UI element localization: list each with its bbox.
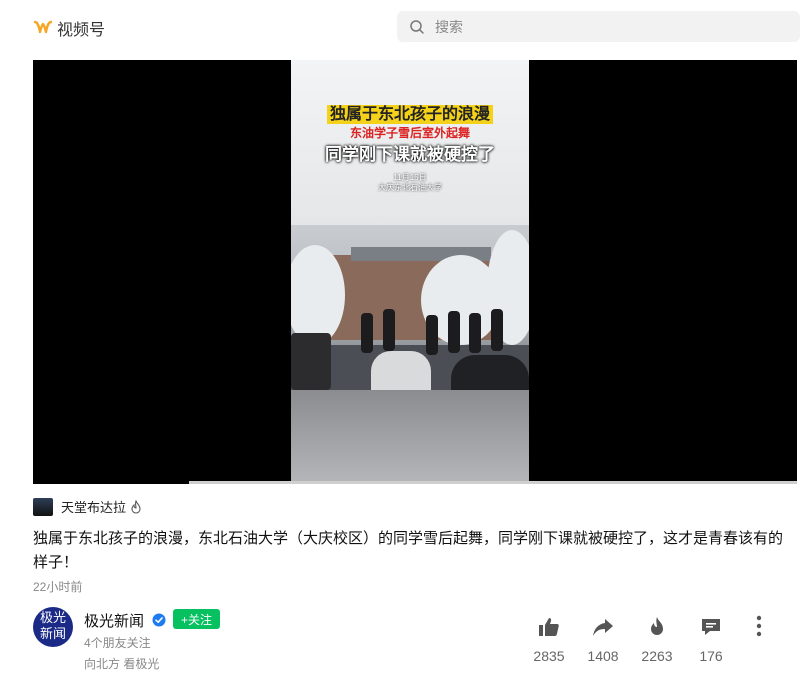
scene-person — [291, 333, 331, 390]
search-box[interactable] — [397, 11, 800, 42]
search-input[interactable] — [435, 18, 775, 35]
thumbs-up-icon — [539, 618, 559, 636]
recommend-button[interactable]: 2263 — [632, 615, 682, 664]
scene-person — [426, 315, 438, 355]
scene-person — [451, 355, 529, 390]
author-avatar[interactable] — [33, 497, 53, 516]
post-description: 独属于东北孩子的浪漫，东北石油大学（大庆校区）的同学雪后起舞，同学刚下课就被硬控… — [33, 530, 784, 571]
comment-icon — [702, 619, 720, 635]
scene-person — [361, 313, 373, 353]
comment-count: 176 — [699, 648, 723, 664]
follow-button[interactable]: +关注 — [173, 609, 220, 629]
share-button[interactable]: 1408 — [578, 615, 628, 664]
app-logo[interactable]: 视频号 — [33, 16, 105, 40]
video-place-overlay: 大庆东北石油大学 — [378, 183, 442, 192]
top-bar: 视频号 — [0, 0, 804, 52]
more-options-icon[interactable] — [752, 614, 766, 638]
friends-following: 4个朋友关注 — [84, 636, 151, 650]
channel-avatar-line1: 极光 — [39, 611, 66, 626]
scene-person — [491, 309, 503, 351]
scene-person — [469, 313, 481, 353]
fire-icon — [131, 499, 141, 514]
channels-logo-icon — [33, 20, 53, 34]
flame-icon — [651, 617, 663, 635]
app-name: 视频号 — [57, 22, 106, 39]
post-time: 22小时前 — [33, 580, 83, 594]
video-frame[interactable]: 独属于东北孩子的浪漫 东油学子雪后室外起舞 同学刚下课就被硬控了 11月15日 … — [291, 60, 529, 481]
video-subtitle-overlay: 东油学子雪后室外起舞 — [349, 126, 470, 140]
comment-button[interactable]: 176 — [686, 615, 736, 664]
channel-avatar[interactable]: 极光 新闻 — [33, 607, 73, 647]
scene-person — [383, 309, 395, 351]
scene-person — [448, 311, 460, 353]
like-button[interactable]: 2835 — [524, 615, 574, 664]
verified-icon — [152, 613, 166, 627]
author-name[interactable]: 天堂布达拉 — [61, 497, 126, 516]
channel-tagline: 向北方 看极光 — [84, 657, 160, 671]
channel-name[interactable]: 极光新闻 — [84, 610, 144, 631]
share-count: 1408 — [587, 648, 619, 664]
author-row[interactable]: 天堂布达拉 — [33, 497, 142, 516]
recommend-count: 2263 — [641, 648, 673, 664]
video-headline-overlay: 同学刚下课就被硬控了 — [325, 145, 495, 164]
video-scene — [291, 225, 529, 390]
search-icon — [410, 19, 424, 34]
share-arrow-icon — [593, 619, 613, 636]
like-count: 2835 — [533, 648, 565, 664]
video-progress-bar[interactable] — [189, 481, 797, 484]
video-title-overlay: 独属于东北孩子的浪漫 — [291, 100, 529, 124]
video-blur-bottom — [291, 390, 529, 481]
channel-avatar-line2: 新闻 — [39, 627, 66, 642]
scene-person — [371, 351, 431, 390]
